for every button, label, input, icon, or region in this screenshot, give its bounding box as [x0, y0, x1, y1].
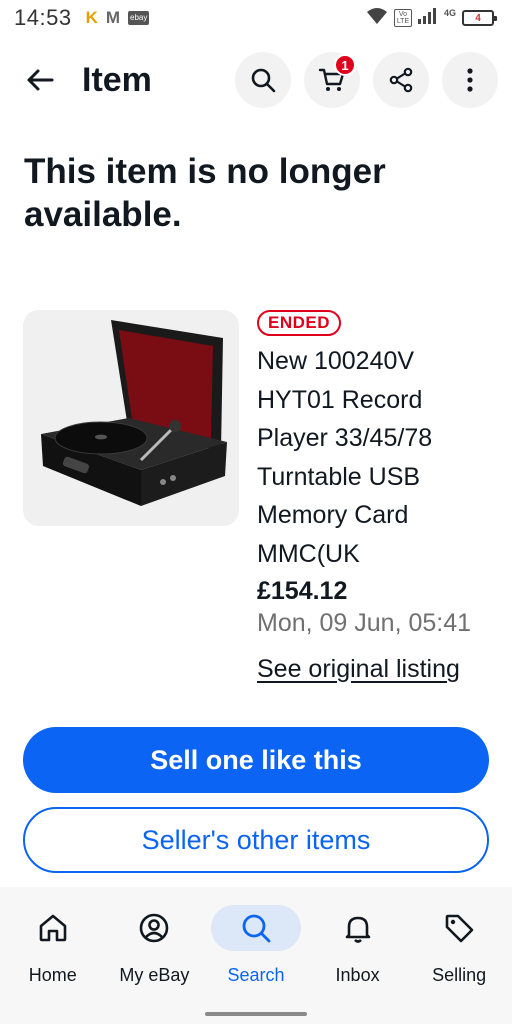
search-button[interactable] [235, 52, 291, 108]
sell-one-like-this-button[interactable]: Sell one like this [23, 727, 489, 793]
nav-search-label: Search [227, 965, 285, 985]
record-player-image [41, 320, 227, 506]
item-end-date: Mon, 09 Jun, 05:41 [257, 609, 472, 637]
k-app-icon: K [85, 8, 98, 27]
nav-selling[interactable]: Selling [408, 887, 510, 1024]
cart-button[interactable]: 1 [304, 52, 360, 108]
sellers-other-items-button[interactable]: Seller's other items [23, 807, 489, 873]
tag-icon [445, 914, 474, 943]
nav-inbox-label: Inbox [335, 965, 380, 985]
nav-inbox[interactable]: Inbox [307, 887, 409, 1024]
nav-search[interactable]: Search [205, 887, 307, 1024]
status-bar: 14:53 K M ebay Vo LTE 4G 4 [0, 0, 512, 36]
home-gesture-bar[interactable] [205, 1012, 307, 1016]
home-icon [39, 914, 67, 942]
ebay-notification-icon: ebay [128, 11, 150, 25]
ended-status-badge: ENDED [257, 310, 342, 336]
status-time: 14:53 [14, 5, 72, 30]
page-title: Item [82, 60, 152, 99]
search-icon [242, 914, 271, 943]
more-vertical-icon [467, 68, 473, 92]
share-icon [389, 67, 413, 93]
app-header: Item 1 [0, 44, 512, 116]
gmail-icon: M [105, 8, 121, 27]
bottom-navigation: Home My eBay Search Inbox Selling [0, 887, 512, 1024]
battery-icon: 4 [462, 10, 497, 26]
nav-my-ebay-label: My eBay [119, 965, 190, 985]
cart-count-badge: 1 [334, 54, 356, 76]
battery-level: 4 [475, 12, 481, 24]
item-image[interactable] [23, 310, 239, 526]
arrow-left-icon [27, 69, 54, 91]
network-type: 4G [443, 8, 456, 18]
item-info: ENDED New 100240V HYT01 Record Player 33… [257, 310, 497, 684]
account-icon [140, 913, 169, 943]
signal-icon [417, 7, 438, 29]
item-title: New 100240V HYT01 Record Player 33/45/78… [257, 347, 433, 568]
nav-my-ebay[interactable]: My eBay [104, 887, 206, 1024]
nav-home[interactable]: Home [2, 887, 104, 1024]
item-price: £154.12 [257, 577, 348, 605]
see-original-listing-link[interactable]: See original listing [257, 655, 460, 684]
search-icon [251, 68, 276, 93]
volte-icon: Vo LTE [393, 9, 412, 27]
nav-selling-label: Selling [432, 965, 487, 985]
back-button[interactable] [22, 62, 58, 98]
unavailable-headline: This item is no longer available. [24, 152, 386, 234]
wifi-icon [366, 7, 388, 30]
nav-home-label: Home [28, 965, 77, 985]
share-button[interactable] [373, 52, 429, 108]
bell-icon [345, 916, 370, 943]
more-options-button[interactable] [442, 52, 498, 108]
